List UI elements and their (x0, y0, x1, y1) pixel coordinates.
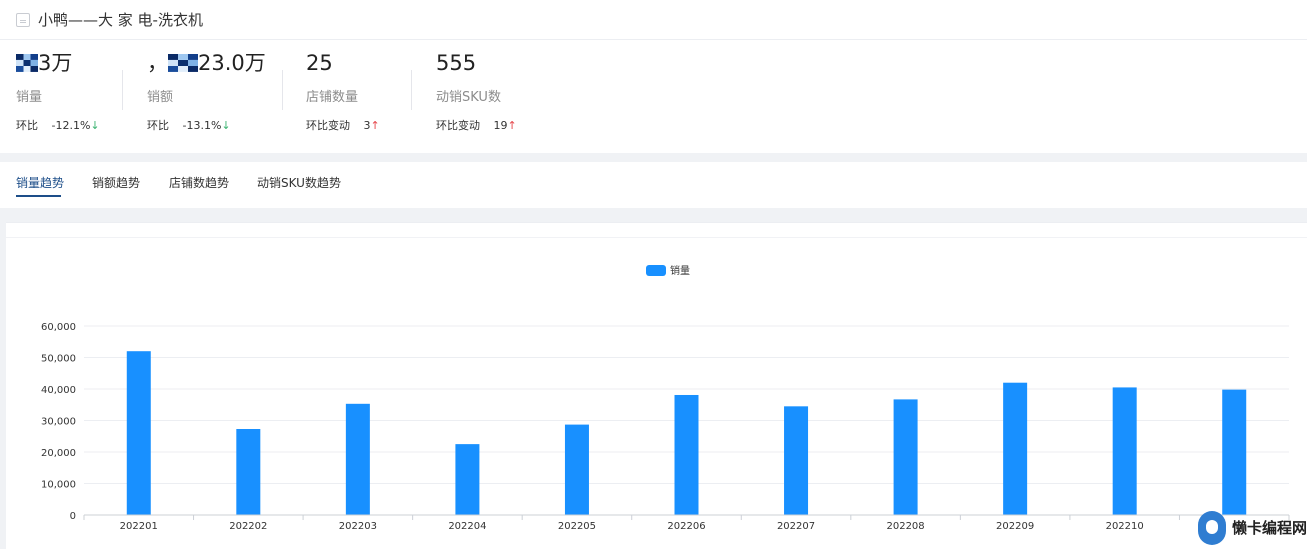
bar-202201[interactable] (126, 351, 151, 515)
x-tick-label: 202209 (996, 521, 1034, 532)
x-tick-label: 202201 (120, 521, 158, 532)
x-tick-label: 202206 (667, 521, 705, 532)
x-tick-label: 202202 (229, 521, 267, 532)
bar-202211[interactable] (1222, 389, 1247, 515)
bar-202210[interactable] (1112, 387, 1137, 515)
y-tick-label: 20,000 (41, 448, 76, 459)
x-tick-label: 202210 (1106, 521, 1144, 532)
y-tick-label: 0 (70, 511, 76, 522)
sales-volume-bar-chart: 0 10,000 20,000 30,000 40,000 50,000 60,000 202… (41, 264, 1290, 532)
legend-swatch[interactable] (646, 265, 666, 276)
y-tick-label: 30,000 (41, 417, 76, 428)
watermark-text: 懒卡编程网 (1231, 519, 1307, 537)
x-tick-label: 202207 (777, 521, 815, 532)
y-tick-label: 50,000 (41, 354, 76, 365)
y-tick-label: 60,000 (41, 322, 76, 333)
bar-202207[interactable] (784, 406, 809, 515)
x-tick-label: 202208 (886, 521, 924, 532)
bar-202204[interactable] (455, 444, 480, 515)
bar-202209[interactable] (1003, 382, 1028, 515)
x-tick-label: 202203 (339, 521, 377, 532)
y-tick-label: 10,000 (41, 480, 76, 491)
x-tick-label: 202204 (448, 521, 486, 532)
bar-202205[interactable] (564, 424, 589, 515)
bar-202203[interactable] (345, 403, 370, 515)
y-tick-label: 40,000 (41, 385, 76, 396)
bar-202202[interactable] (236, 429, 261, 515)
legend-label[interactable]: 销量 (670, 264, 690, 277)
bar-202206[interactable] (674, 394, 699, 515)
bars (126, 351, 1247, 515)
watermark: 懒卡编程网 (1198, 506, 1307, 549)
axes: 0 10,000 20,000 30,000 40,000 50,000 60,000 202… (41, 322, 1290, 532)
x-tick-label: 202205 (558, 521, 596, 532)
bar-202208[interactable] (893, 399, 918, 515)
legend: 销量 (646, 264, 690, 277)
watermark-logo-icon (1198, 510, 1226, 545)
